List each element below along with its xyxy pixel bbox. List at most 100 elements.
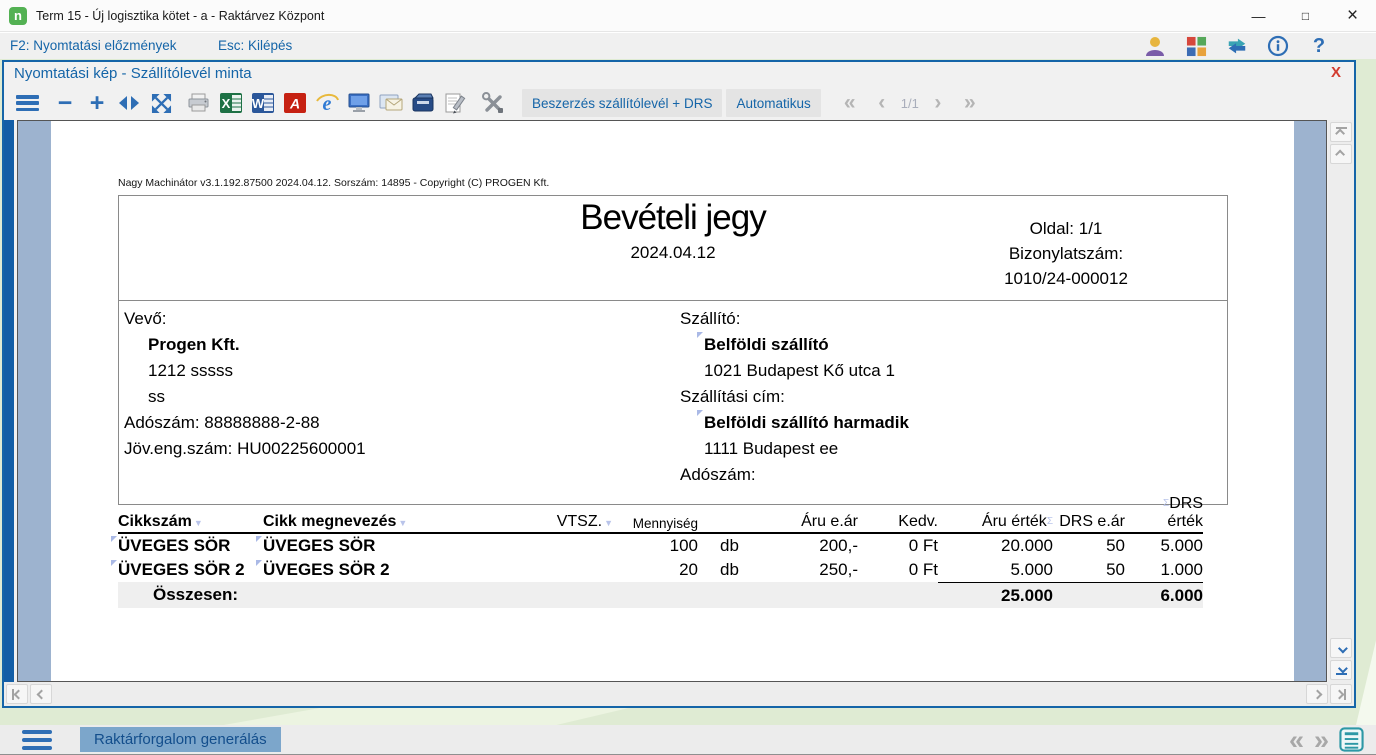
customer-label: Vevő:	[119, 306, 1227, 332]
item-name[interactable]: ÜVEGES SÖR	[263, 536, 513, 556]
left-dock-strip	[4, 120, 14, 682]
shipping-address: 1111 Budapest ee	[675, 436, 909, 462]
edit-document-icon	[442, 91, 468, 115]
zoom-in-icon: +	[90, 90, 105, 116]
filter-icon[interactable]	[194, 513, 203, 531]
zoom-in-button[interactable]: +	[82, 88, 112, 118]
display-button[interactable]	[344, 88, 374, 118]
email-button[interactable]	[376, 88, 406, 118]
fit-width-icon	[118, 95, 140, 111]
fit-width-button[interactable]	[114, 88, 144, 118]
customer-excise-number: Jöv.eng.szám: HU00225600001	[119, 436, 1227, 462]
statusbar-right: « »	[1289, 726, 1364, 754]
filter-icon[interactable]	[604, 513, 613, 531]
preview-close-button[interactable]: X	[1325, 64, 1347, 81]
chevron-right-icon	[1335, 689, 1345, 699]
zoom-out-button[interactable]: −	[50, 88, 80, 118]
item-qty: 100	[613, 536, 698, 556]
close-icon: ×	[1347, 5, 1358, 27]
total-drs-value: 6.000	[1125, 582, 1203, 608]
scroll-to-bottom-button[interactable]	[1330, 660, 1352, 680]
excel-icon: X	[219, 92, 243, 114]
filter-icon[interactable]	[398, 513, 407, 531]
close-button[interactable]: ×	[1329, 0, 1376, 32]
edit-template-button[interactable]	[440, 88, 470, 118]
maximize-button[interactable]: □	[1282, 0, 1329, 32]
monitor-icon	[346, 91, 372, 115]
table-row: ÜVEGES SÖR ÜVEGES SÖR 100 db 200,- 0 Ft …	[118, 534, 1203, 558]
apps-grid-icon[interactable]	[1183, 34, 1209, 58]
customer-name: Progen Kft.	[119, 332, 1227, 358]
statusbar-menu-button[interactable]	[22, 730, 52, 750]
tools-icon	[480, 91, 506, 115]
minimize-button[interactable]: —	[1235, 0, 1282, 32]
template-select-button[interactable]: Beszerzés szállítólevél + DRS	[522, 89, 722, 117]
window-controls: — □ ×	[1235, 0, 1376, 32]
export-word-button[interactable]: W	[248, 88, 278, 118]
printer-icon	[186, 91, 212, 115]
last-page-button[interactable]: »	[955, 88, 985, 118]
doc-number: 1010/24-000012	[943, 266, 1189, 291]
col-header-qty: Mennyiség	[613, 516, 698, 531]
scroll-to-left-button[interactable]	[6, 684, 28, 704]
prev-page-icon: ‹	[873, 91, 890, 115]
print-button[interactable]	[184, 88, 214, 118]
archive-button[interactable]	[408, 88, 438, 118]
task-tab[interactable]: Raktárforgalom generálás	[80, 727, 281, 752]
export-excel-button[interactable]: X	[216, 88, 246, 118]
shipping-name[interactable]: Belföldi szállító harmadik	[675, 410, 909, 436]
col-header-vtsz: VTSZ.	[513, 513, 613, 531]
scroll-to-right-button[interactable]	[1330, 684, 1352, 704]
customer-address1: 1212 sssss	[119, 358, 1227, 384]
preview-header: Nyomtatási kép - Szállítólevél minta X	[4, 62, 1354, 86]
mode-select-button[interactable]: Automatikus	[726, 89, 820, 117]
scroll-to-top-button[interactable]	[1330, 122, 1352, 142]
chevron-down-icon	[1337, 643, 1347, 653]
total-label: Összesen:	[118, 582, 513, 608]
item-code[interactable]: ÜVEGES SÖR 2	[118, 560, 263, 580]
export-html-button[interactable]: e	[312, 88, 342, 118]
preview-viewport: Nagy Machinátor v3.1.192.87500 2024.04.1…	[17, 120, 1327, 682]
item-drs-price: 50	[1053, 536, 1125, 556]
export-pdf-button[interactable]: A	[280, 88, 310, 118]
help-icon[interactable]: ?	[1306, 34, 1332, 58]
svg-text:A: A	[289, 96, 300, 112]
last-page-icon: »	[959, 91, 981, 115]
supplier-name[interactable]: Belföldi szállító	[675, 332, 909, 358]
vertical-scrollbar[interactable]	[1328, 120, 1354, 682]
tab-scroll-forward-button[interactable]: »	[1314, 726, 1329, 754]
menu-button[interactable]	[12, 88, 42, 118]
col-header-value: Áru érték	[938, 513, 1053, 531]
item-unit-price: 200,-	[758, 536, 858, 556]
menu-print-history[interactable]: F2: Nyomtatási előzmények	[10, 33, 177, 59]
col-header-discount: Kedv.	[858, 513, 938, 531]
first-page-button[interactable]: «	[835, 88, 865, 118]
document-header-box: Bevételi jegy 2024.04.12 Oldal: 1/1 Bizo…	[118, 195, 1228, 301]
preview-toolbar: − + X W A	[4, 86, 1354, 120]
scroll-left-button[interactable]	[30, 684, 52, 704]
menu-exit[interactable]: Esc: Kilépés	[218, 33, 292, 59]
item-name[interactable]: ÜVEGES SÖR 2	[263, 560, 513, 580]
user-icon[interactable]	[1142, 34, 1168, 58]
scroll-up-button[interactable]	[1330, 144, 1352, 164]
svg-text:e: e	[323, 93, 332, 115]
prev-page-button[interactable]: ‹	[867, 88, 897, 118]
settings-button[interactable]	[478, 88, 508, 118]
scroll-down-button[interactable]	[1330, 638, 1352, 658]
archive-box-icon	[410, 91, 436, 115]
item-code[interactable]: ÜVEGES SÖR	[118, 536, 263, 556]
horizontal-scrollbar[interactable]	[4, 682, 1354, 706]
fit-page-button[interactable]	[146, 88, 176, 118]
total-value: 25.000	[938, 582, 1053, 608]
preview-viewport-row: Nagy Machinátor v3.1.192.87500 2024.04.1…	[4, 120, 1354, 682]
table-header-row: Cikkszám Cikk megnevezés VTSZ. Mennyiség…	[118, 511, 1203, 534]
item-unit: db	[698, 560, 758, 580]
info-icon[interactable]	[1265, 34, 1291, 58]
next-page-button[interactable]: ›	[923, 88, 953, 118]
decor-shape	[1356, 595, 1376, 725]
transfer-arrows-icon[interactable]	[1224, 34, 1250, 58]
scroll-right-button[interactable]	[1306, 684, 1328, 704]
task-list-button[interactable]	[1339, 727, 1364, 752]
tab-scroll-back-button[interactable]: «	[1289, 726, 1304, 754]
chevron-down-icon	[1337, 664, 1347, 674]
